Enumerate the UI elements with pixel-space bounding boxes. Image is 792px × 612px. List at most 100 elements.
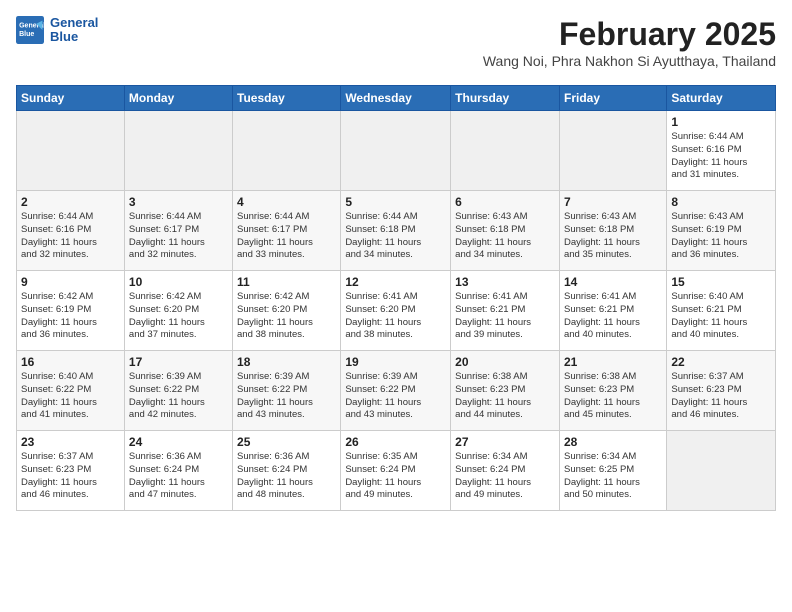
calendar-cell: 7 Sunrise: 6:43 AM Sunset: 6:18 PM Daylig… xyxy=(559,191,666,271)
calendar-cell xyxy=(341,111,451,191)
day-number: 28 xyxy=(564,435,662,449)
day-info: Sunrise: 6:38 AM Sunset: 6:23 PM Dayligh… xyxy=(455,371,555,422)
calendar-header-monday: Monday xyxy=(124,86,232,111)
day-info: Sunrise: 6:40 AM Sunset: 6:21 PM Dayligh… xyxy=(671,291,771,342)
day-info: Sunrise: 6:35 AM Sunset: 6:24 PM Dayligh… xyxy=(345,451,446,502)
calendar-cell: 6 Sunrise: 6:43 AM Sunset: 6:18 PM Daylig… xyxy=(451,191,560,271)
calendar-cell xyxy=(17,111,125,191)
day-info: Sunrise: 6:42 AM Sunset: 6:20 PM Dayligh… xyxy=(237,291,336,342)
day-number: 23 xyxy=(21,435,120,449)
calendar-cell: 10 Sunrise: 6:42 AM Sunset: 6:20 PM Dayli… xyxy=(124,271,232,351)
calendar-header-saturday: Saturday xyxy=(667,86,776,111)
logo-line1: General xyxy=(50,16,98,30)
day-number: 20 xyxy=(455,355,555,369)
day-number: 1 xyxy=(671,115,771,129)
calendar-subtitle: Wang Noi, Phra Nakhon Si Ayutthaya, Thai… xyxy=(483,53,776,69)
calendar-week-row: 2Sunrise: 6:44 AM Sunset: 6:16 PM Daylig… xyxy=(17,191,776,271)
calendar-cell: 23 Sunrise: 6:37 AM Sunset: 6:23 PM Dayli… xyxy=(17,431,125,511)
calendar-table: SundayMondayTuesdayWednesdayThursdayFrid… xyxy=(16,85,776,511)
day-number: 11 xyxy=(237,275,336,289)
day-number: 8 xyxy=(671,195,771,209)
calendar-cell xyxy=(451,111,560,191)
calendar-cell: 3 Sunrise: 6:44 AM Sunset: 6:17 PM Daylig… xyxy=(124,191,232,271)
day-number: 13 xyxy=(455,275,555,289)
calendar-cell: 16Sunrise: 6:40 AM Sunset: 6:22 PM Dayli… xyxy=(17,351,125,431)
calendar-header-friday: Friday xyxy=(559,86,666,111)
calendar-cell: 4 Sunrise: 6:44 AM Sunset: 6:17 PM Daylig… xyxy=(233,191,341,271)
day-info: Sunrise: 6:36 AM Sunset: 6:24 PM Dayligh… xyxy=(129,451,228,502)
calendar-cell: 22 Sunrise: 6:37 AM Sunset: 6:23 PM Dayli… xyxy=(667,351,776,431)
day-info: Sunrise: 6:34 AM Sunset: 6:24 PM Dayligh… xyxy=(455,451,555,502)
day-number: 21 xyxy=(564,355,662,369)
calendar-cell: 27 Sunrise: 6:34 AM Sunset: 6:24 PM Dayli… xyxy=(451,431,560,511)
day-number: 19 xyxy=(345,355,446,369)
calendar-cell: 17 Sunrise: 6:39 AM Sunset: 6:22 PM Dayli… xyxy=(124,351,232,431)
calendar-cell xyxy=(124,111,232,191)
calendar-week-row: 23 Sunrise: 6:37 AM Sunset: 6:23 PM Dayli… xyxy=(17,431,776,511)
calendar-cell: 2Sunrise: 6:44 AM Sunset: 6:16 PM Daylig… xyxy=(17,191,125,271)
calendar-cell: 15 Sunrise: 6:40 AM Sunset: 6:21 PM Dayli… xyxy=(667,271,776,351)
day-info: Sunrise: 6:42 AM Sunset: 6:19 PM Dayligh… xyxy=(21,291,120,342)
calendar-cell: 26 Sunrise: 6:35 AM Sunset: 6:24 PM Dayli… xyxy=(341,431,451,511)
day-info: Sunrise: 6:39 AM Sunset: 6:22 PM Dayligh… xyxy=(237,371,336,422)
calendar-cell: 25Sunrise: 6:36 AM Sunset: 6:24 PM Dayli… xyxy=(233,431,341,511)
calendar-week-row: 1Sunrise: 6:44 AM Sunset: 6:16 PM Daylig… xyxy=(17,111,776,191)
day-number: 7 xyxy=(564,195,662,209)
day-info: Sunrise: 6:39 AM Sunset: 6:22 PM Dayligh… xyxy=(345,371,446,422)
day-number: 4 xyxy=(237,195,336,209)
day-info: Sunrise: 6:39 AM Sunset: 6:22 PM Dayligh… xyxy=(129,371,228,422)
day-info: Sunrise: 6:40 AM Sunset: 6:22 PM Dayligh… xyxy=(21,371,120,422)
day-number: 3 xyxy=(129,195,228,209)
logo-line2: Blue xyxy=(50,30,98,44)
calendar-week-row: 16Sunrise: 6:40 AM Sunset: 6:22 PM Dayli… xyxy=(17,351,776,431)
calendar-cell: 9 Sunrise: 6:42 AM Sunset: 6:19 PM Daylig… xyxy=(17,271,125,351)
day-number: 22 xyxy=(671,355,771,369)
calendar-cell: 12 Sunrise: 6:41 AM Sunset: 6:20 PM Dayli… xyxy=(341,271,451,351)
calendar-cell: 24Sunrise: 6:36 AM Sunset: 6:24 PM Dayli… xyxy=(124,431,232,511)
calendar-body: 1 Sunrise: 6:44 AM Sunset: 6:16 PM Daylig… xyxy=(17,111,776,511)
day-info: Sunrise: 6:43 AM Sunset: 6:18 PM Dayligh… xyxy=(564,211,662,262)
calendar-cell xyxy=(559,111,666,191)
calendar-header-tuesday: Tuesday xyxy=(233,86,341,111)
logo-icon: General Blue xyxy=(16,16,44,44)
day-info: Sunrise: 6:44 AM Sunset: 6:16 PM Dayligh… xyxy=(21,211,120,262)
day-info: Sunrise: 6:37 AM Sunset: 6:23 PM Dayligh… xyxy=(21,451,120,502)
day-info: Sunrise: 6:43 AM Sunset: 6:19 PM Dayligh… xyxy=(671,211,771,262)
calendar-cell: 18 Sunrise: 6:39 AM Sunset: 6:22 PM Dayli… xyxy=(233,351,341,431)
day-number: 6 xyxy=(455,195,555,209)
calendar-cell xyxy=(667,431,776,511)
calendar-cell: 20 Sunrise: 6:38 AM Sunset: 6:23 PM Dayli… xyxy=(451,351,560,431)
day-info: Sunrise: 6:34 AM Sunset: 6:25 PM Dayligh… xyxy=(564,451,662,502)
calendar-title: February 2025 xyxy=(483,16,776,53)
calendar-cell: 1Sunrise: 6:44 AM Sunset: 6:16 PM Daylig… xyxy=(667,111,776,191)
calendar-cell: 11 Sunrise: 6:42 AM Sunset: 6:20 PM Dayli… xyxy=(233,271,341,351)
day-number: 27 xyxy=(455,435,555,449)
day-info: Sunrise: 6:43 AM Sunset: 6:18 PM Dayligh… xyxy=(455,211,555,262)
svg-text:Blue: Blue xyxy=(19,32,34,39)
day-number: 9 xyxy=(21,275,120,289)
day-number: 12 xyxy=(345,275,446,289)
day-number: 14 xyxy=(564,275,662,289)
day-info: Sunrise: 6:44 AM Sunset: 6:17 PM Dayligh… xyxy=(237,211,336,262)
day-number: 15 xyxy=(671,275,771,289)
calendar-cell: 21Sunrise: 6:38 AM Sunset: 6:23 PM Dayli… xyxy=(559,351,666,431)
day-number: 17 xyxy=(129,355,228,369)
calendar-cell: 13 Sunrise: 6:41 AM Sunset: 6:21 PM Dayli… xyxy=(451,271,560,351)
day-info: Sunrise: 6:42 AM Sunset: 6:20 PM Dayligh… xyxy=(129,291,228,342)
day-info: Sunrise: 6:36 AM Sunset: 6:24 PM Dayligh… xyxy=(237,451,336,502)
day-number: 5 xyxy=(345,195,446,209)
day-info: Sunrise: 6:41 AM Sunset: 6:20 PM Dayligh… xyxy=(345,291,446,342)
calendar-cell: 8 Sunrise: 6:43 AM Sunset: 6:19 PM Daylig… xyxy=(667,191,776,271)
calendar-cell: 28 Sunrise: 6:34 AM Sunset: 6:25 PM Dayli… xyxy=(559,431,666,511)
day-info: Sunrise: 6:41 AM Sunset: 6:21 PM Dayligh… xyxy=(564,291,662,342)
day-number: 18 xyxy=(237,355,336,369)
calendar-week-row: 9 Sunrise: 6:42 AM Sunset: 6:19 PM Daylig… xyxy=(17,271,776,351)
day-info: Sunrise: 6:44 AM Sunset: 6:17 PM Dayligh… xyxy=(129,211,228,262)
calendar-header-row: SundayMondayTuesdayWednesdayThursdayFrid… xyxy=(17,86,776,111)
calendar-cell: 14 Sunrise: 6:41 AM Sunset: 6:21 PM Dayli… xyxy=(559,271,666,351)
day-info: Sunrise: 6:37 AM Sunset: 6:23 PM Dayligh… xyxy=(671,371,771,422)
day-number: 10 xyxy=(129,275,228,289)
day-info: Sunrise: 6:44 AM Sunset: 6:18 PM Dayligh… xyxy=(345,211,446,262)
day-number: 26 xyxy=(345,435,446,449)
day-info: Sunrise: 6:41 AM Sunset: 6:21 PM Dayligh… xyxy=(455,291,555,342)
